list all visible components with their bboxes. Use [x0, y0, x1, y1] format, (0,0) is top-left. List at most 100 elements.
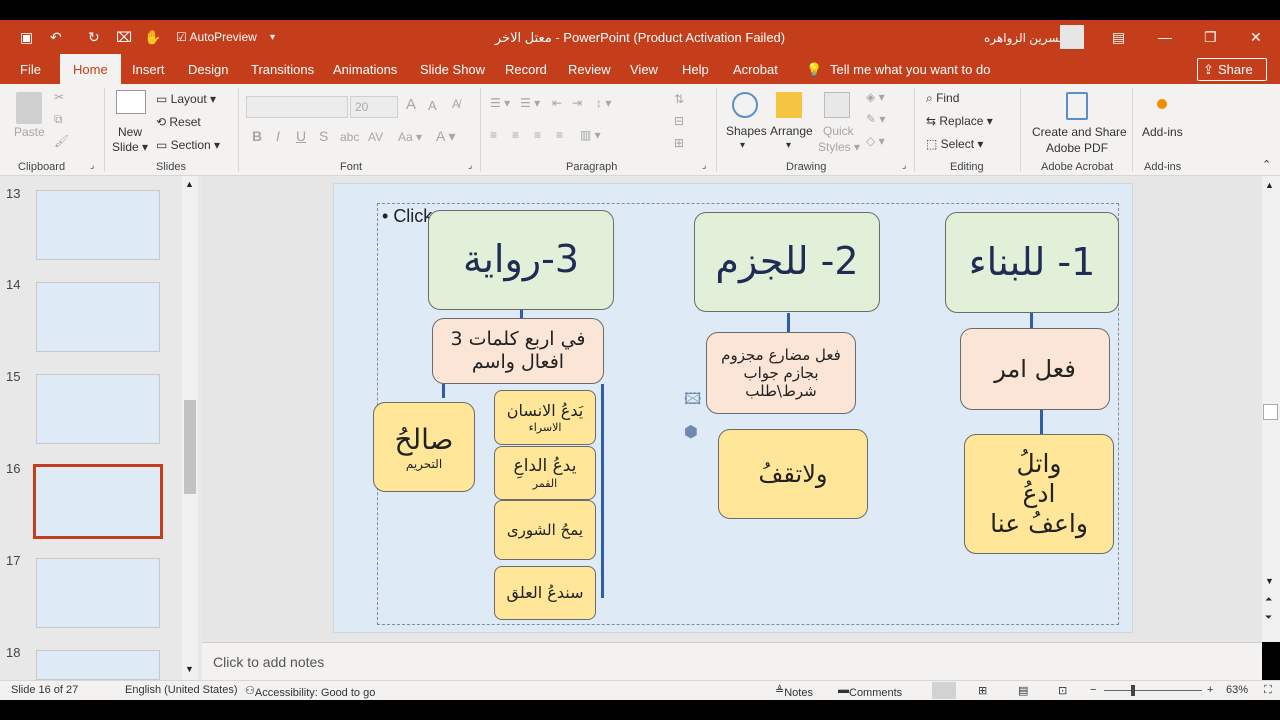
paste-button[interactable]: Paste	[14, 125, 45, 139]
zoom-in-icon[interactable]: +	[1207, 684, 1213, 696]
box-four-words[interactable]: في اربع كلمات 3 افعال واسم	[432, 318, 604, 384]
tell-me-search[interactable]: Tell me what you want to do	[830, 62, 990, 77]
box-yadu-alinsan[interactable]: يَدعُ الانسان الاسراء	[494, 390, 596, 445]
box-wala-taqfu[interactable]: ولاتقفُ	[718, 429, 868, 519]
align-right-icon[interactable]: ≡	[534, 128, 541, 142]
box-salihu[interactable]: صالحُ التحريم	[373, 402, 475, 492]
create-share-pdf-button[interactable]: Create and Share	[1032, 125, 1127, 139]
restore-icon[interactable]: ❐	[1204, 29, 1217, 46]
box-yamhu[interactable]: يمحُ الشورى	[494, 500, 596, 560]
copy-icon[interactable]: ⧉	[54, 112, 63, 127]
editor-scroll-up-icon[interactable]: ▲	[1265, 180, 1274, 190]
box-sanadu[interactable]: سندعُ العلق	[494, 566, 596, 620]
bullets-icon[interactable]: ☰ ▾	[490, 96, 510, 110]
shape-effects-icon[interactable]: ◇ ▾	[866, 134, 885, 148]
shapes-icon[interactable]	[732, 92, 758, 118]
tab-review[interactable]: Review	[568, 62, 611, 77]
zoom-slider[interactable]	[1104, 690, 1202, 691]
add-ins-icon[interactable]	[1157, 99, 1167, 109]
font-name-box[interactable]	[246, 96, 348, 118]
close-icon[interactable]: ✕	[1250, 29, 1262, 46]
previous-slide-icon[interactable]: ⏶	[1265, 594, 1272, 605]
tab-help[interactable]: Help	[682, 62, 709, 77]
font-launcher-icon[interactable]: ⌟	[468, 160, 472, 171]
slide-thumbnail-15[interactable]	[36, 374, 160, 444]
slide-thumbnail-17[interactable]	[36, 558, 160, 628]
accessibility-status[interactable]: ⚇ Accessibility: Good to go	[245, 684, 375, 699]
justify-icon[interactable]: ≡	[556, 128, 563, 142]
tab-transitions[interactable]: Transitions	[251, 62, 314, 77]
font-size-box[interactable]: 20	[350, 96, 398, 118]
section-button[interactable]: ▭ Section ▾	[156, 138, 220, 152]
slide-thumbnail-13[interactable]	[36, 190, 160, 260]
quick-styles-button[interactable]: Quick	[823, 124, 854, 138]
tab-file[interactable]: File	[20, 62, 41, 77]
arrange-dropdown-icon[interactable]: ▾	[786, 140, 791, 151]
zoom-out-icon[interactable]: −	[1090, 684, 1096, 696]
change-case-icon[interactable]: Aa ▾	[398, 130, 422, 144]
new-slide-icon[interactable]	[116, 90, 146, 114]
shape-outline-icon[interactable]: ✎ ▾	[866, 112, 885, 126]
layout-button[interactable]: ▭ Layout ▾	[156, 92, 216, 106]
zoom-slider-thumb[interactable]	[1131, 685, 1135, 696]
paragraph-launcher-icon[interactable]: ⌟	[702, 160, 706, 171]
tab-home[interactable]: Home	[60, 54, 121, 84]
increase-indent-icon[interactable]: ⇥	[572, 96, 582, 110]
clear-format-icon[interactable]: A̸	[452, 97, 460, 111]
normal-view-icon[interactable]	[932, 682, 956, 699]
editor-scroll-down-icon[interactable]: ▼	[1265, 576, 1274, 586]
minimize-icon[interactable]: —	[1158, 29, 1172, 45]
editor-scroll-thumb[interactable]	[1263, 404, 1278, 420]
collapse-ribbon-icon[interactable]: ⌃	[1262, 158, 1271, 171]
arrange-icon[interactable]	[776, 92, 802, 118]
clipboard-launcher-icon[interactable]: ⌟	[90, 160, 94, 171]
scroll-up-icon[interactable]: ▲	[185, 179, 194, 189]
find-button[interactable]: ⌕ Find	[926, 91, 959, 106]
numbering-icon[interactable]: ☰ ▾	[520, 96, 540, 110]
strikethrough-icon[interactable]: abc	[340, 130, 359, 144]
tab-acrobat[interactable]: Acrobat	[733, 62, 778, 77]
align-text-icon[interactable]: ⊟	[674, 114, 684, 128]
scroll-down-icon[interactable]: ▼	[185, 664, 194, 674]
columns-icon[interactable]: ▥ ▾	[580, 128, 601, 142]
drawing-launcher-icon[interactable]: ⌟	[902, 160, 906, 171]
box-yadu-aldai[interactable]: يدعُ الداعِ القمر	[494, 446, 596, 500]
replace-button[interactable]: ⇆ Replace ▾	[926, 114, 993, 128]
shapes-button[interactable]: Shapes	[726, 124, 767, 138]
reading-view-icon[interactable]: ▤	[1018, 684, 1028, 697]
header-binaa[interactable]: 1- للبناء	[945, 212, 1119, 313]
box-amr-examples[interactable]: واتلُ ادعُ واعفُ عنا	[964, 434, 1114, 554]
smartart-icon[interactable]: ⊞	[674, 136, 684, 150]
shapes-dropdown-icon[interactable]: ▾	[740, 140, 745, 151]
insert-picture-icon[interactable]: 🖾	[684, 388, 701, 415]
grow-font-icon[interactable]: A	[406, 96, 416, 113]
header-riwaya[interactable]: 3-رواية	[428, 210, 614, 310]
insert-3d-icon[interactable]: ⬢	[684, 422, 698, 442]
slideshow-view-icon[interactable]: ⊡	[1058, 684, 1067, 697]
shrink-font-icon[interactable]: A	[428, 98, 437, 113]
comments-toggle[interactable]: ▬ Comments	[838, 684, 902, 699]
avatar[interactable]	[1060, 25, 1084, 49]
zoom-level[interactable]: 63%	[1226, 684, 1248, 696]
create-pdf-icon[interactable]	[1066, 92, 1088, 120]
font-color-icon[interactable]: A ▾	[436, 128, 455, 145]
notes-pane[interactable]: Click to add notes	[202, 642, 1262, 680]
tab-record[interactable]: Record	[505, 62, 547, 77]
quick-styles-dropdown[interactable]: Styles ▾	[818, 140, 860, 154]
next-slide-icon[interactable]: ⏷	[1265, 612, 1272, 623]
shadow-icon[interactable]: S	[319, 128, 328, 144]
tab-view[interactable]: View	[630, 62, 658, 77]
tab-insert[interactable]: Insert	[132, 62, 165, 77]
tab-animations[interactable]: Animations	[333, 62, 397, 77]
add-ins-button[interactable]: Add-ins	[1142, 125, 1183, 139]
tab-design[interactable]: Design	[188, 62, 228, 77]
fit-slide-icon[interactable]: ⛶	[1264, 684, 1272, 697]
header-jazm[interactable]: 2- للجزم	[694, 212, 880, 312]
text-direction-icon[interactable]: ⇅	[674, 92, 684, 106]
decrease-indent-icon[interactable]: ⇤	[552, 96, 562, 110]
line-spacing-icon[interactable]: ↕ ▾	[596, 96, 611, 110]
slide-sorter-icon[interactable]: ⊞	[978, 684, 987, 697]
quick-styles-icon[interactable]	[824, 92, 850, 118]
select-button[interactable]: ⬚ Select ▾	[926, 137, 983, 151]
cut-icon[interactable]: ✂	[54, 90, 64, 104]
